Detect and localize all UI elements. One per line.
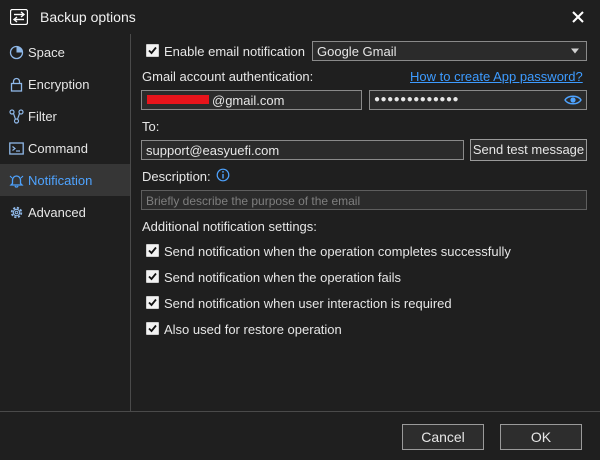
provider-value: Google Gmail [317,44,397,59]
cancel-button[interactable]: Cancel [402,424,484,450]
chevron-down-icon [571,48,579,54]
password-field[interactable]: ●●●●●●●●●●●●● [369,90,587,110]
check-icon [148,272,157,281]
check-icon [148,46,157,55]
description-label: Description: [142,169,211,184]
pie-chart-icon [9,45,24,60]
sidebar-item-label: Command [28,141,88,156]
provider-select[interactable]: Google Gmail [312,41,587,61]
description-placeholder: Briefly describe the purpose of the emai… [146,194,361,208]
option-interaction-label: Send notification when user interaction … [164,296,452,311]
window-title: Backup options [40,9,136,25]
to-field[interactable]: support@easyuefi.com [141,140,464,160]
sidebar-item-label: Filter [28,109,57,124]
option-completes-checkbox[interactable] [146,244,159,257]
sidebar-item-notification[interactable]: Notification [0,164,130,196]
to-value: support@easyuefi.com [146,143,280,158]
app-icon [10,9,28,25]
option-restore-label: Also used for restore operation [164,322,342,337]
check-icon [148,324,157,333]
sidebar-item-encryption[interactable]: Encryption [0,68,130,100]
bell-icon [9,175,24,188]
option-fails-label: Send notification when the operation fai… [164,270,402,285]
email-value: @gmail.com [212,93,285,108]
enable-notification-label: Enable email notification [164,44,305,59]
sidebar-item-label: Advanced [28,205,86,220]
sidebar-item-label: Notification [28,173,93,188]
title-bar: Backup options [0,0,600,34]
sidebar-item-advanced[interactable]: Advanced [0,196,130,228]
sidebar-item-label: Encryption [28,77,90,92]
sidebar-item-filter[interactable]: Filter [0,100,130,132]
to-label: To: [142,119,160,134]
info-icon[interactable] [216,168,230,182]
ok-button[interactable]: OK [500,424,582,450]
send-test-message-button[interactable]: Send test message [470,139,587,161]
enable-notification-checkbox[interactable] [146,44,159,57]
terminal-icon [9,142,24,155]
sidebar: Space Encryption Filter Command Notifica… [0,34,131,412]
description-field[interactable]: Briefly describe the purpose of the emai… [141,190,587,210]
option-interaction-checkbox[interactable] [146,296,159,309]
option-restore-checkbox[interactable] [146,322,159,335]
close-icon[interactable] [568,7,588,27]
option-fails-checkbox[interactable] [146,270,159,283]
redaction-mark [147,95,209,104]
lock-icon [10,77,23,92]
sidebar-item-space[interactable]: Space [0,36,130,68]
footer-divider [0,411,600,412]
check-icon [148,246,157,255]
password-value: ●●●●●●●●●●●●● [374,94,460,105]
option-completes-label: Send notification when the operation com… [164,244,511,259]
filter-icon [9,109,24,124]
email-field[interactable]: @gmail.com [141,90,362,110]
check-icon [148,298,157,307]
sidebar-item-label: Space [28,45,65,60]
eye-icon[interactable] [564,93,582,107]
auth-label: Gmail account authentication: [142,69,314,84]
sidebar-item-command[interactable]: Command [0,132,130,164]
additional-settings-label: Additional notification settings: [142,219,317,234]
notification-panel: Enable email notification Google Gmail G… [131,34,600,412]
gear-icon [10,206,23,219]
app-password-link[interactable]: How to create App password? [410,69,583,84]
